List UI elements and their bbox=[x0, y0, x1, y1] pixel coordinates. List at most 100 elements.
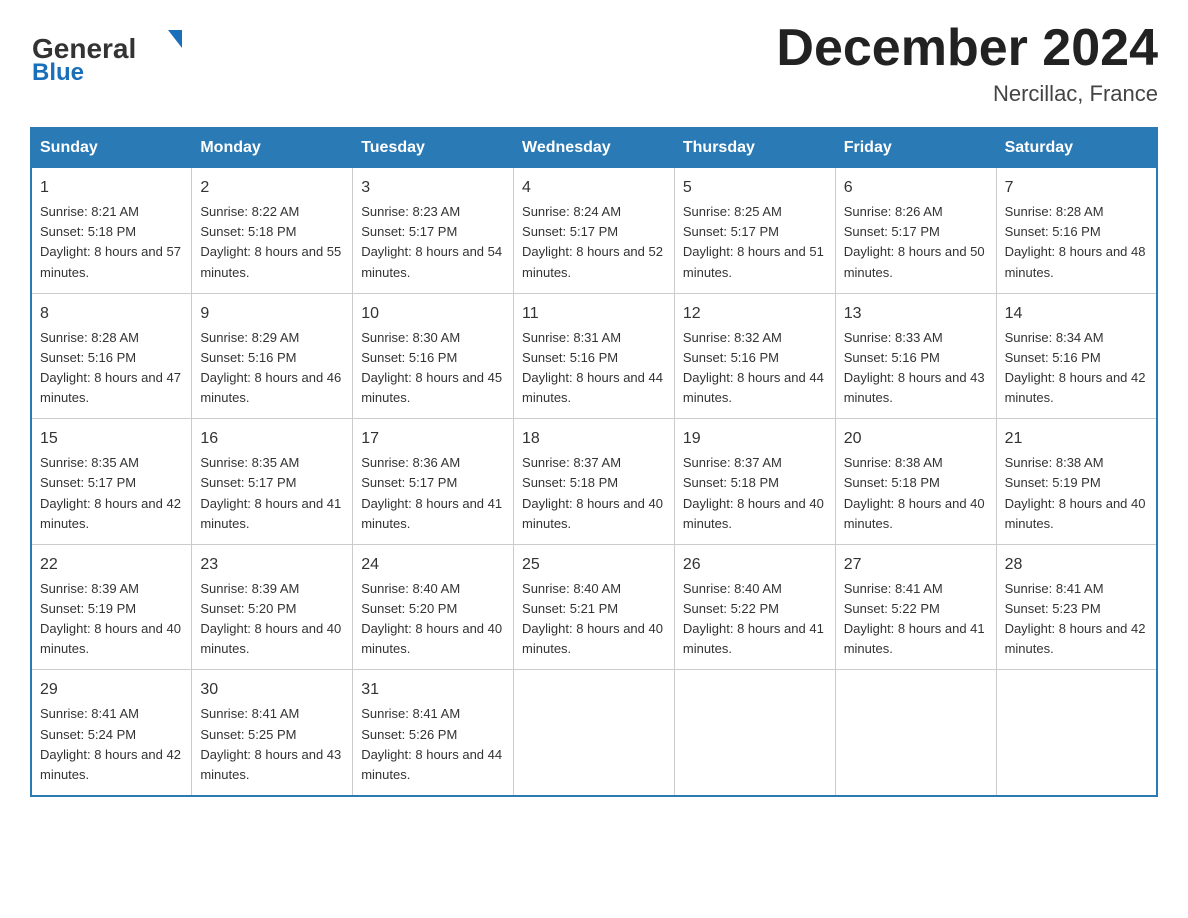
day-number: 9 bbox=[200, 302, 344, 326]
day-cell-11: 11Sunrise: 8:31 AMSunset: 5:16 PMDayligh… bbox=[514, 293, 675, 419]
day-number: 22 bbox=[40, 553, 183, 577]
day-cell-13: 13Sunrise: 8:33 AMSunset: 5:16 PMDayligh… bbox=[835, 293, 996, 419]
empty-cell bbox=[674, 670, 835, 796]
day-number: 14 bbox=[1005, 302, 1148, 326]
col-header-saturday: Saturday bbox=[996, 128, 1157, 168]
svg-text:Blue: Blue bbox=[32, 59, 84, 85]
day-number: 15 bbox=[40, 427, 183, 451]
location: Nercillac, France bbox=[776, 81, 1158, 107]
day-info: Sunrise: 8:38 AMSunset: 5:18 PMDaylight:… bbox=[844, 453, 988, 534]
logo: General Blue bbox=[30, 20, 190, 85]
day-number: 6 bbox=[844, 176, 988, 200]
calendar-header-row: SundayMondayTuesdayWednesdayThursdayFrid… bbox=[31, 128, 1157, 168]
day-number: 2 bbox=[200, 176, 344, 200]
day-cell-23: 23Sunrise: 8:39 AMSunset: 5:20 PMDayligh… bbox=[192, 544, 353, 670]
day-number: 10 bbox=[361, 302, 505, 326]
day-number: 4 bbox=[522, 176, 666, 200]
page-header: General Blue December 2024 Nercillac, Fr… bbox=[30, 20, 1158, 107]
col-header-wednesday: Wednesday bbox=[514, 128, 675, 168]
day-info: Sunrise: 8:41 AMSunset: 5:24 PMDaylight:… bbox=[40, 704, 183, 785]
day-cell-24: 24Sunrise: 8:40 AMSunset: 5:20 PMDayligh… bbox=[353, 544, 514, 670]
day-number: 1 bbox=[40, 176, 183, 200]
day-cell-21: 21Sunrise: 8:38 AMSunset: 5:19 PMDayligh… bbox=[996, 419, 1157, 545]
week-row-5: 29Sunrise: 8:41 AMSunset: 5:24 PMDayligh… bbox=[31, 670, 1157, 796]
day-info: Sunrise: 8:34 AMSunset: 5:16 PMDaylight:… bbox=[1005, 328, 1148, 409]
empty-cell bbox=[835, 670, 996, 796]
day-info: Sunrise: 8:31 AMSunset: 5:16 PMDaylight:… bbox=[522, 328, 666, 409]
day-cell-26: 26Sunrise: 8:40 AMSunset: 5:22 PMDayligh… bbox=[674, 544, 835, 670]
day-cell-29: 29Sunrise: 8:41 AMSunset: 5:24 PMDayligh… bbox=[31, 670, 192, 796]
day-cell-31: 31Sunrise: 8:41 AMSunset: 5:26 PMDayligh… bbox=[353, 670, 514, 796]
day-number: 28 bbox=[1005, 553, 1148, 577]
day-number: 30 bbox=[200, 678, 344, 702]
day-cell-16: 16Sunrise: 8:35 AMSunset: 5:17 PMDayligh… bbox=[192, 419, 353, 545]
col-header-sunday: Sunday bbox=[31, 128, 192, 168]
day-number: 8 bbox=[40, 302, 183, 326]
week-row-1: 1Sunrise: 8:21 AMSunset: 5:18 PMDaylight… bbox=[31, 168, 1157, 294]
day-info: Sunrise: 8:25 AMSunset: 5:17 PMDaylight:… bbox=[683, 202, 827, 283]
day-cell-4: 4Sunrise: 8:24 AMSunset: 5:17 PMDaylight… bbox=[514, 168, 675, 294]
day-info: Sunrise: 8:41 AMSunset: 5:25 PMDaylight:… bbox=[200, 704, 344, 785]
title-block: December 2024 Nercillac, France bbox=[776, 20, 1158, 107]
day-number: 3 bbox=[361, 176, 505, 200]
day-number: 27 bbox=[844, 553, 988, 577]
day-number: 21 bbox=[1005, 427, 1148, 451]
day-info: Sunrise: 8:24 AMSunset: 5:17 PMDaylight:… bbox=[522, 202, 666, 283]
day-info: Sunrise: 8:28 AMSunset: 5:16 PMDaylight:… bbox=[1005, 202, 1148, 283]
col-header-tuesday: Tuesday bbox=[353, 128, 514, 168]
day-cell-22: 22Sunrise: 8:39 AMSunset: 5:19 PMDayligh… bbox=[31, 544, 192, 670]
day-info: Sunrise: 8:22 AMSunset: 5:18 PMDaylight:… bbox=[200, 202, 344, 283]
day-number: 11 bbox=[522, 302, 666, 326]
day-number: 24 bbox=[361, 553, 505, 577]
week-row-3: 15Sunrise: 8:35 AMSunset: 5:17 PMDayligh… bbox=[31, 419, 1157, 545]
day-number: 31 bbox=[361, 678, 505, 702]
day-info: Sunrise: 8:32 AMSunset: 5:16 PMDaylight:… bbox=[683, 328, 827, 409]
day-cell-14: 14Sunrise: 8:34 AMSunset: 5:16 PMDayligh… bbox=[996, 293, 1157, 419]
day-info: Sunrise: 8:30 AMSunset: 5:16 PMDaylight:… bbox=[361, 328, 505, 409]
day-info: Sunrise: 8:41 AMSunset: 5:26 PMDaylight:… bbox=[361, 704, 505, 785]
day-info: Sunrise: 8:40 AMSunset: 5:20 PMDaylight:… bbox=[361, 579, 505, 660]
day-cell-18: 18Sunrise: 8:37 AMSunset: 5:18 PMDayligh… bbox=[514, 419, 675, 545]
day-number: 5 bbox=[683, 176, 827, 200]
month-title: December 2024 bbox=[776, 20, 1158, 77]
day-cell-17: 17Sunrise: 8:36 AMSunset: 5:17 PMDayligh… bbox=[353, 419, 514, 545]
day-info: Sunrise: 8:33 AMSunset: 5:16 PMDaylight:… bbox=[844, 328, 988, 409]
empty-cell bbox=[514, 670, 675, 796]
day-cell-3: 3Sunrise: 8:23 AMSunset: 5:17 PMDaylight… bbox=[353, 168, 514, 294]
day-info: Sunrise: 8:28 AMSunset: 5:16 PMDaylight:… bbox=[40, 328, 183, 409]
day-number: 26 bbox=[683, 553, 827, 577]
day-info: Sunrise: 8:39 AMSunset: 5:19 PMDaylight:… bbox=[40, 579, 183, 660]
day-number: 7 bbox=[1005, 176, 1148, 200]
day-number: 18 bbox=[522, 427, 666, 451]
day-cell-20: 20Sunrise: 8:38 AMSunset: 5:18 PMDayligh… bbox=[835, 419, 996, 545]
day-cell-10: 10Sunrise: 8:30 AMSunset: 5:16 PMDayligh… bbox=[353, 293, 514, 419]
day-info: Sunrise: 8:21 AMSunset: 5:18 PMDaylight:… bbox=[40, 202, 183, 283]
day-cell-15: 15Sunrise: 8:35 AMSunset: 5:17 PMDayligh… bbox=[31, 419, 192, 545]
day-info: Sunrise: 8:36 AMSunset: 5:17 PMDaylight:… bbox=[361, 453, 505, 534]
day-cell-7: 7Sunrise: 8:28 AMSunset: 5:16 PMDaylight… bbox=[996, 168, 1157, 294]
day-info: Sunrise: 8:29 AMSunset: 5:16 PMDaylight:… bbox=[200, 328, 344, 409]
day-info: Sunrise: 8:23 AMSunset: 5:17 PMDaylight:… bbox=[361, 202, 505, 283]
day-info: Sunrise: 8:38 AMSunset: 5:19 PMDaylight:… bbox=[1005, 453, 1148, 534]
day-cell-27: 27Sunrise: 8:41 AMSunset: 5:22 PMDayligh… bbox=[835, 544, 996, 670]
day-cell-19: 19Sunrise: 8:37 AMSunset: 5:18 PMDayligh… bbox=[674, 419, 835, 545]
day-number: 17 bbox=[361, 427, 505, 451]
day-number: 20 bbox=[844, 427, 988, 451]
day-info: Sunrise: 8:40 AMSunset: 5:21 PMDaylight:… bbox=[522, 579, 666, 660]
week-row-2: 8Sunrise: 8:28 AMSunset: 5:16 PMDaylight… bbox=[31, 293, 1157, 419]
day-info: Sunrise: 8:40 AMSunset: 5:22 PMDaylight:… bbox=[683, 579, 827, 660]
day-info: Sunrise: 8:39 AMSunset: 5:20 PMDaylight:… bbox=[200, 579, 344, 660]
day-number: 25 bbox=[522, 553, 666, 577]
col-header-thursday: Thursday bbox=[674, 128, 835, 168]
day-number: 19 bbox=[683, 427, 827, 451]
day-info: Sunrise: 8:35 AMSunset: 5:17 PMDaylight:… bbox=[40, 453, 183, 534]
day-number: 16 bbox=[200, 427, 344, 451]
day-info: Sunrise: 8:41 AMSunset: 5:23 PMDaylight:… bbox=[1005, 579, 1148, 660]
day-number: 12 bbox=[683, 302, 827, 326]
day-cell-2: 2Sunrise: 8:22 AMSunset: 5:18 PMDaylight… bbox=[192, 168, 353, 294]
day-number: 29 bbox=[40, 678, 183, 702]
day-cell-6: 6Sunrise: 8:26 AMSunset: 5:17 PMDaylight… bbox=[835, 168, 996, 294]
day-cell-8: 8Sunrise: 8:28 AMSunset: 5:16 PMDaylight… bbox=[31, 293, 192, 419]
day-info: Sunrise: 8:35 AMSunset: 5:17 PMDaylight:… bbox=[200, 453, 344, 534]
day-cell-9: 9Sunrise: 8:29 AMSunset: 5:16 PMDaylight… bbox=[192, 293, 353, 419]
